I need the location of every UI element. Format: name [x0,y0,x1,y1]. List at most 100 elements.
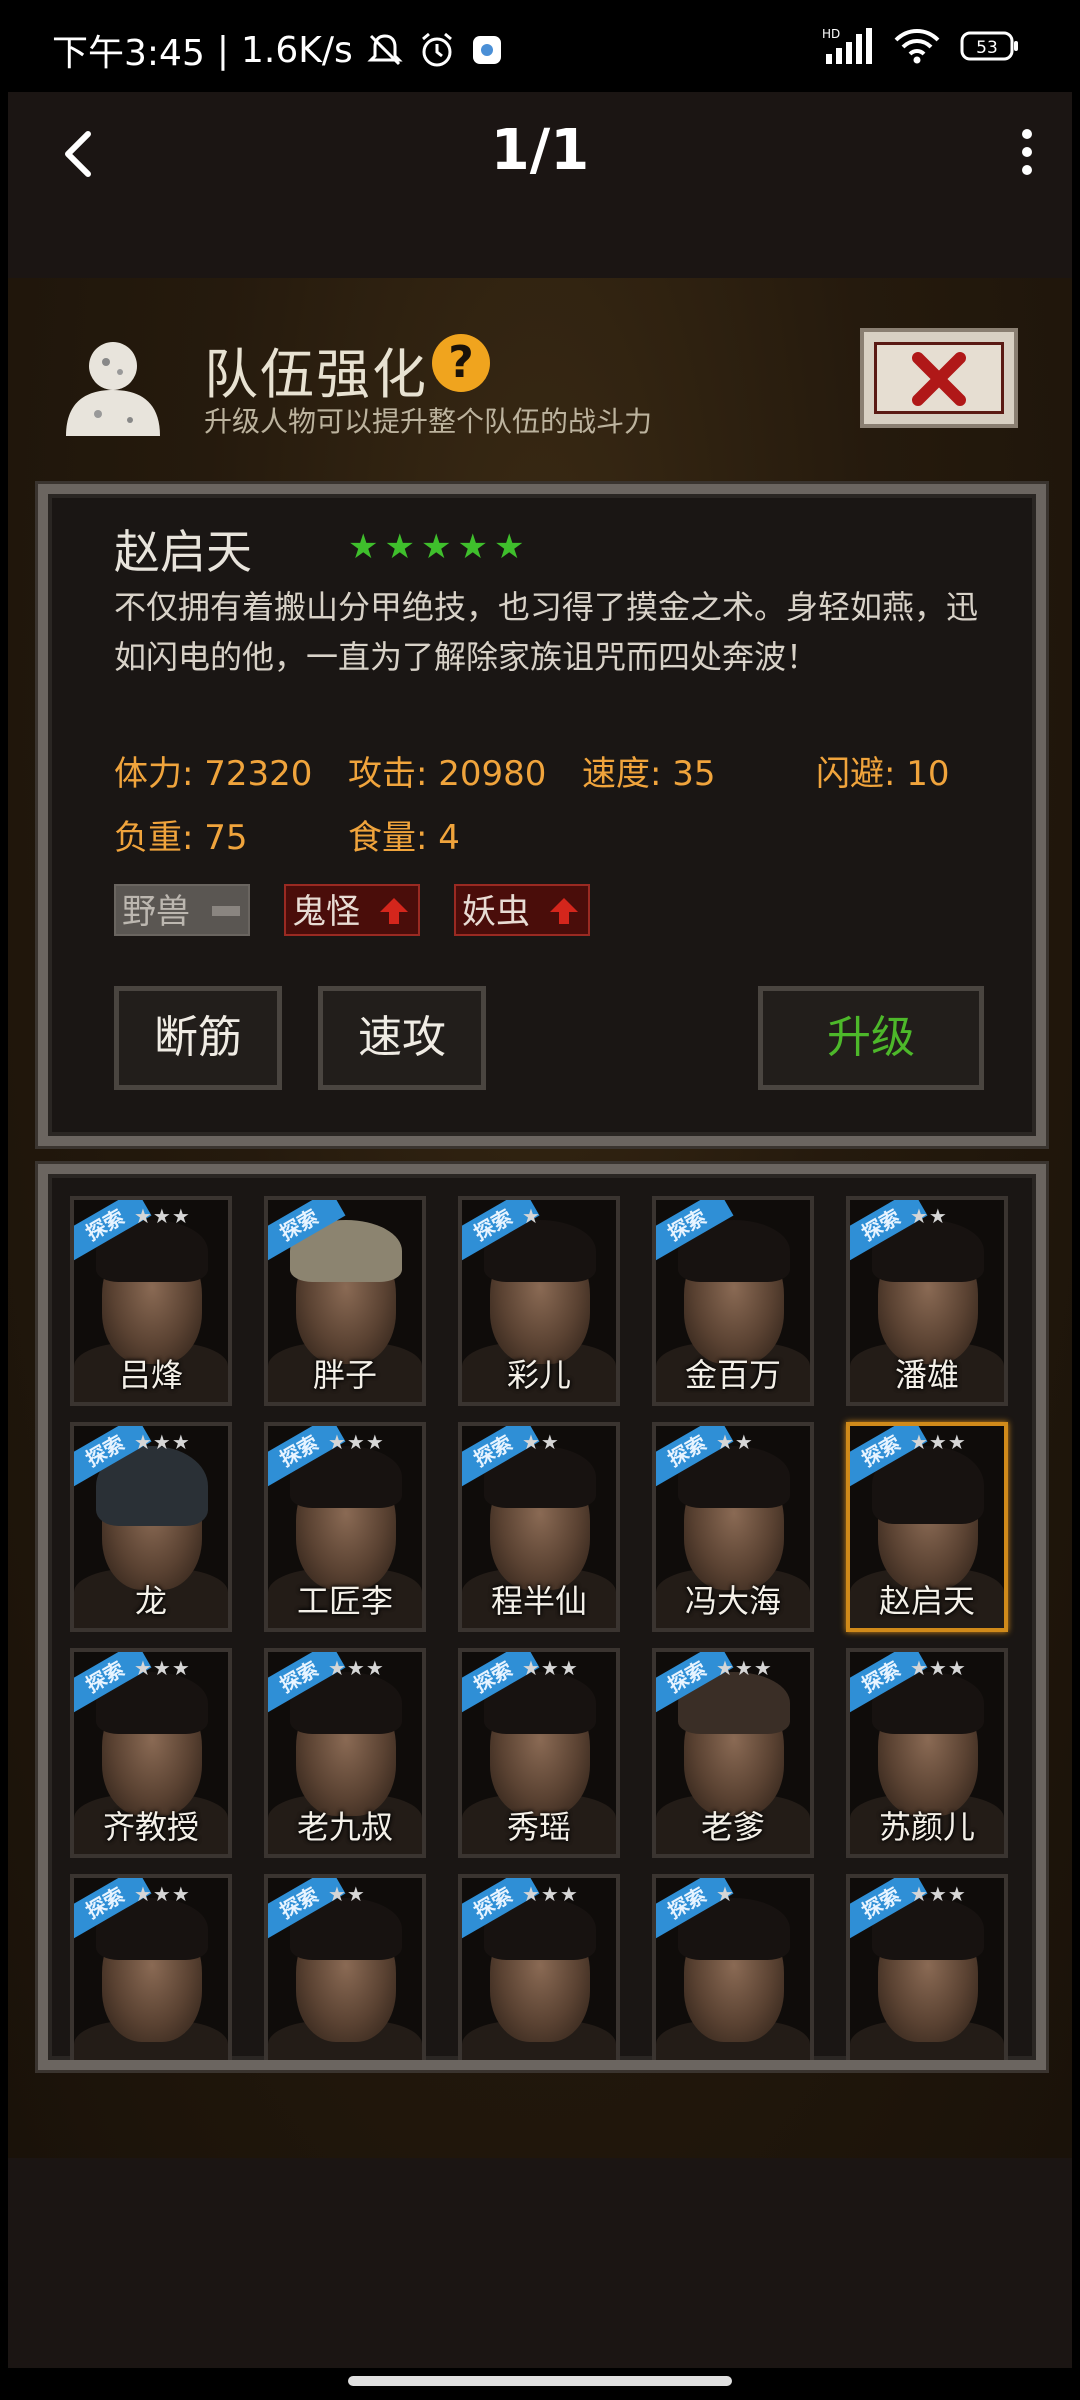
character-card[interactable]: 探索 ★★★ 秀瑶 [458,1648,620,1858]
star-icon: ★ [493,527,525,567]
rank-stars: ★★★ [910,1430,967,1454]
up-arrow-icon [550,898,578,924]
battery-icon: 53 [960,31,1018,61]
game-subtitle: 升级人物可以提升整个队伍的战斗力 [204,405,653,438]
character-card-name: 老爹 [700,1808,765,1846]
up-arrow-icon [380,898,408,924]
character-card[interactable]: 探索 金百万 [652,1196,814,1406]
close-x-icon [912,352,966,406]
character-card[interactable]: 探索 ★★★ [846,1874,1008,2060]
character-card[interactable]: 探索 ★★ 程半仙 [458,1422,620,1632]
home-indicator[interactable] [348,2376,732,2386]
tag-insect-label: 妖虫 [462,892,530,932]
character-card[interactable]: 探索 ★★ 冯大海 [652,1422,814,1632]
wifi-icon [894,29,940,64]
character-card[interactable]: 探索 ★★★ 吕烽 [70,1196,232,1406]
character-card-name: 工匠李 [296,1582,393,1620]
character-card[interactable]: 探索 胖子 [264,1196,426,1406]
skill-button-tendon[interactable]: 断筋 [114,986,282,1090]
rank-stars: ★ [522,1204,541,1228]
star-icon: ★ [348,527,379,567]
tag-ghost-label: 鬼怪 [292,892,360,932]
character-card-name: 冯大海 [684,1582,781,1620]
image-viewer: 1/1 队伍强化 ? 升级人物可以提升整个队伍的战斗力 赵启天 ★ ★ ★ ★ … [8,92,1072,2368]
character-card-name: 胖子 [312,1356,377,1394]
character-card-name: 赵启天 [878,1582,975,1620]
rank-stars: ★★ [910,1204,948,1228]
character-card[interactable]: 探索 ★★★ 龙 [70,1422,232,1632]
character-card[interactable]: 探索 ★★★ [458,1874,620,2060]
mute-icon [367,34,403,66]
character-card-name: 金百万 [684,1356,781,1394]
character-card-name: 龙 [134,1582,167,1620]
rank-stars: ★★★ [134,1656,191,1680]
rank-stars: ★★★ [134,1430,191,1454]
character-description: 不仅拥有着搬山分甲绝技，也习得了摸金之术。身轻如燕，迅如闪电的他，一直为了解除家… [114,588,979,676]
stat-attack: 攻击: 20980 [348,754,547,794]
character-card-name: 齐教授 [102,1808,199,1846]
character-card-name: 程半仙 [490,1582,587,1620]
character-card-name: 吕烽 [118,1356,183,1394]
status-right: HD 53 [822,26,1020,66]
character-card[interactable]: 探索 ★ [652,1874,814,2060]
rank-stars: ★★★ [522,1656,579,1680]
character-card-name: 彩儿 [506,1356,571,1394]
tag-insect: 妖虫 [454,884,590,936]
stat-dodge: 闪避: 10 [816,754,950,794]
close-button[interactable] [860,328,1018,428]
status-left: 下午3:45 | 1.6K/s [52,24,505,76]
character-card-name: 秀瑶 [506,1808,571,1846]
stat-hp: 体力: 72320 [114,754,313,794]
character-stars: ★ ★ ★ ★ ★ [348,530,524,564]
rank-stars: ★★★ [910,1882,967,1906]
viewer-toolbar: 1/1 [8,92,1072,222]
rank-stars: ★★ [328,1882,366,1906]
star-icon: ★ [457,527,488,567]
skill-button-quick-attack[interactable]: 速攻 [318,986,486,1090]
page-indicator: 1/1 [490,118,590,183]
character-card-name: 老九叔 [296,1808,393,1846]
tag-beast-label: 野兽 [122,892,190,932]
team-avatar-icon [66,342,160,436]
star-icon: ★ [420,527,452,567]
character-card[interactable]: 探索 ★★ [264,1874,426,2060]
character-card[interactable]: 探索 ★★★ 工匠李 [264,1422,426,1632]
character-card[interactable]: 探索 ★★★ 老爹 [652,1648,814,1858]
rank-stars: ★★★ [522,1882,579,1906]
tag-ghost: 鬼怪 [284,884,420,936]
character-card-name: 苏颜儿 [878,1808,975,1846]
rank-stars: ★★★ [716,1656,773,1680]
rank-stars: ★★ [522,1430,560,1454]
battery-level: 53 [976,38,998,58]
character-card-selected[interactable]: 探索 ★★★ 赵启天 [846,1422,1008,1632]
character-roster: 探索 ★★★ 吕烽 探索 胖子 探索 ★ 彩儿 探索 金百万 探索 ★★ 潘雄 … [38,1164,1046,2070]
rank-stars: ★★★ [328,1430,385,1454]
character-card[interactable]: 探索 ★★★ 齐教授 [70,1648,232,1858]
more-options-icon[interactable] [1012,122,1042,182]
character-name: 赵启天 [114,525,252,579]
stat-food: 食量: 4 [348,818,460,858]
rank-stars: ★ [716,1882,735,1906]
character-card[interactable]: 探索 ★ 彩儿 [458,1196,620,1406]
game-screen: 队伍强化 ? 升级人物可以提升整个队伍的战斗力 赵启天 ★ ★ ★ ★ ★ 不仅… [8,278,1072,2158]
character-card[interactable]: 探索 ★★ 潘雄 [846,1196,1008,1406]
tag-beast: 野兽 [114,884,250,936]
character-card[interactable]: 探索 ★★★ 苏颜儿 [846,1648,1008,1858]
alarm-icon [421,32,452,67]
rank-stars: ★★★ [134,1204,191,1228]
character-info-card: 赵启天 ★ ★ ★ ★ ★ 不仅拥有着搬山分甲绝技，也习得了摸金之术。身轻如燕，… [38,484,1046,1146]
status-time: 下午3:45 [52,33,205,74]
rank-stars: ★★★ [910,1656,967,1680]
network-type-label: HD [822,27,840,41]
help-icon[interactable]: ? [432,334,490,392]
rank-stars: ★★★ [328,1656,385,1680]
app-notification-icon [472,36,501,64]
neutral-icon [212,906,240,916]
upgrade-button[interactable]: 升级 [758,986,984,1090]
character-card[interactable]: 探索 ★★★ [70,1874,232,2060]
stat-speed: 速度: 35 [582,754,716,794]
character-card[interactable]: 探索 ★★★ 老九叔 [264,1648,426,1858]
character-card-name: 潘雄 [894,1356,959,1394]
status-bar: 下午3:45 | 1.6K/s HD 53 [0,0,1080,92]
status-separator: | [216,29,229,71]
